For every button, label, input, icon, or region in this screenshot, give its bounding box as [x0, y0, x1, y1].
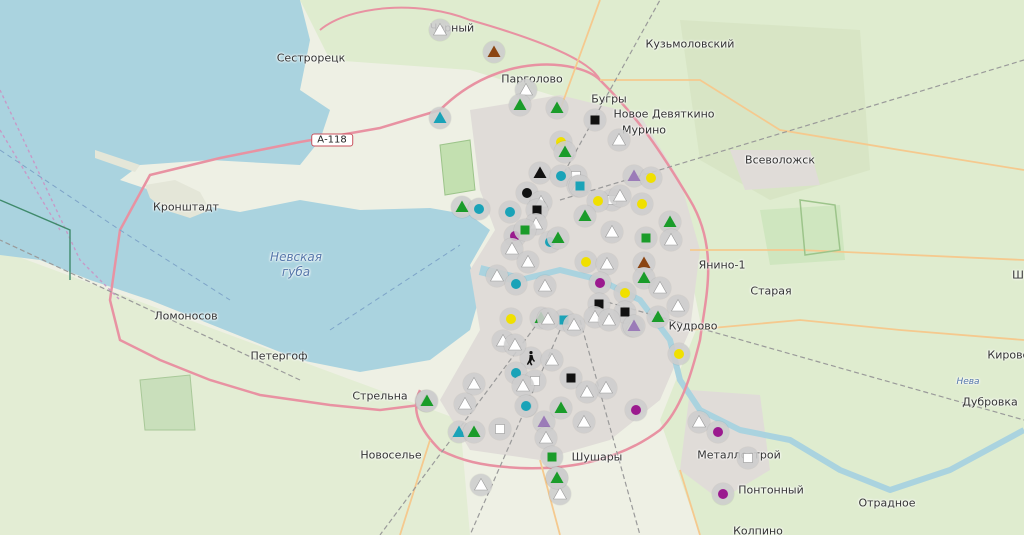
map-marker-circle-yellow[interactable]	[640, 167, 662, 189]
label-bugry: Бугры	[591, 92, 627, 106]
map-marker-triangle-white[interactable]	[608, 129, 630, 151]
map-marker-triangle-green[interactable]	[647, 306, 669, 328]
label-otradnoe: Отрадное	[858, 496, 916, 510]
map-marker-circle-yellow[interactable]	[668, 343, 690, 365]
map-marker-square-black[interactable]	[584, 109, 606, 131]
label-kudrovo: Кудрово	[668, 319, 718, 333]
map-marker-circle-purple[interactable]	[707, 421, 729, 443]
map-marker-triangle-white[interactable]	[454, 393, 476, 415]
map-marker-triangle-white[interactable]	[598, 309, 620, 331]
map-marker-triangle-white[interactable]	[609, 185, 631, 207]
map-marker-triangle-white[interactable]	[534, 275, 556, 297]
label-strelna: Стрельна	[352, 389, 408, 403]
label-pontonnyy: Понтонный	[738, 483, 804, 497]
map-marker-triangle-green[interactable]	[416, 390, 438, 412]
label-novoselye: Новоселье	[360, 448, 422, 462]
map-marker-circle-teal[interactable]	[505, 273, 527, 295]
map-marker-circle-yellow[interactable]	[500, 308, 522, 330]
map-marker-triangle-white[interactable]	[573, 411, 595, 433]
map-marker-triangle-white[interactable]	[601, 221, 623, 243]
map-marker-triangle-green[interactable]	[547, 227, 569, 249]
label-kirovsk: Кировс	[987, 348, 1024, 362]
map-marker-triangle-brown[interactable]	[483, 41, 505, 63]
map-marker-square-white[interactable]	[489, 418, 511, 440]
map-marker-circle-yellow[interactable]	[631, 193, 653, 215]
label-sh: Ш	[1012, 268, 1024, 282]
map-marker-circle-yellow[interactable]	[575, 251, 597, 273]
map-marker-circle-teal[interactable]	[468, 198, 490, 220]
map-marker-triangle-white[interactable]	[576, 381, 598, 403]
label-petergof: Петергоф	[250, 349, 308, 363]
map-marker-triangle-white[interactable]	[660, 229, 682, 251]
map-marker-circle-teal[interactable]	[515, 395, 537, 417]
map-marker-triangle-green[interactable]	[546, 97, 568, 119]
label-novoe-devyatkino: Новое Девяткино	[613, 107, 715, 121]
label-kuzmolovskiy: Кузьмоловский	[645, 37, 735, 51]
label-kronshtadt: Кронштадт	[153, 200, 219, 214]
label-kolpino: Колпино	[733, 524, 783, 535]
label-lomonosov: Ломоносов	[154, 309, 218, 323]
map-marker-square-green[interactable]	[541, 446, 563, 468]
map-marker-triangle-green[interactable]	[463, 421, 485, 443]
map-marker-triangle-green[interactable]	[554, 141, 576, 163]
map-marker-triangle-white[interactable]	[563, 314, 585, 336]
map-marker-triangle-white[interactable]	[429, 19, 451, 41]
label-neva: Нева	[956, 377, 980, 387]
map-marker-triangle-white[interactable]	[667, 295, 689, 317]
map-marker-triangle-green[interactable]	[574, 205, 596, 227]
map-marker-square-white[interactable]	[737, 447, 759, 469]
map-marker-circle-purple[interactable]	[589, 272, 611, 294]
map-marker-triangle-white[interactable]	[504, 334, 526, 356]
map-marker-circle-purple[interactable]	[712, 483, 734, 505]
label-staraya: Старая	[750, 284, 792, 298]
label-dubrovka: Дубровка	[962, 395, 1018, 409]
map-marker-triangle-green[interactable]	[546, 467, 568, 489]
label-yanino: Янино-1	[698, 258, 746, 272]
map-marker-square-green[interactable]	[635, 227, 657, 249]
map-marker-triangle-white[interactable]	[537, 308, 559, 330]
map-marker-triangle-white[interactable]	[470, 474, 492, 496]
label-nevskaya-guba: Невская губа	[270, 250, 322, 279]
label-vsevolozhsk: Всеволожск	[745, 153, 815, 167]
label-sestroretsk: Сестрорецк	[276, 51, 346, 65]
road-shield-a118: А-118	[311, 133, 353, 147]
map-marker-circle-purple[interactable]	[625, 399, 647, 421]
map-view[interactable]: А-118 Черный Кузьмоловский Сестрорецк Па…	[0, 0, 1024, 535]
map-marker-triangle-teal[interactable]	[429, 107, 451, 129]
label-shushary: Шушары	[571, 450, 623, 464]
map-marker-triangle-white[interactable]	[463, 373, 485, 395]
map-marker-triangle-purple[interactable]	[623, 315, 645, 337]
map-marker-triangle-green[interactable]	[509, 94, 531, 116]
map-marker-triangle-green[interactable]	[550, 397, 572, 419]
map-marker-triangle-white[interactable]	[595, 377, 617, 399]
map-marker-triangle-white[interactable]	[512, 375, 534, 397]
map-marker-triangle-white[interactable]	[517, 251, 539, 273]
map-marker-triangle-black[interactable]	[529, 162, 551, 184]
